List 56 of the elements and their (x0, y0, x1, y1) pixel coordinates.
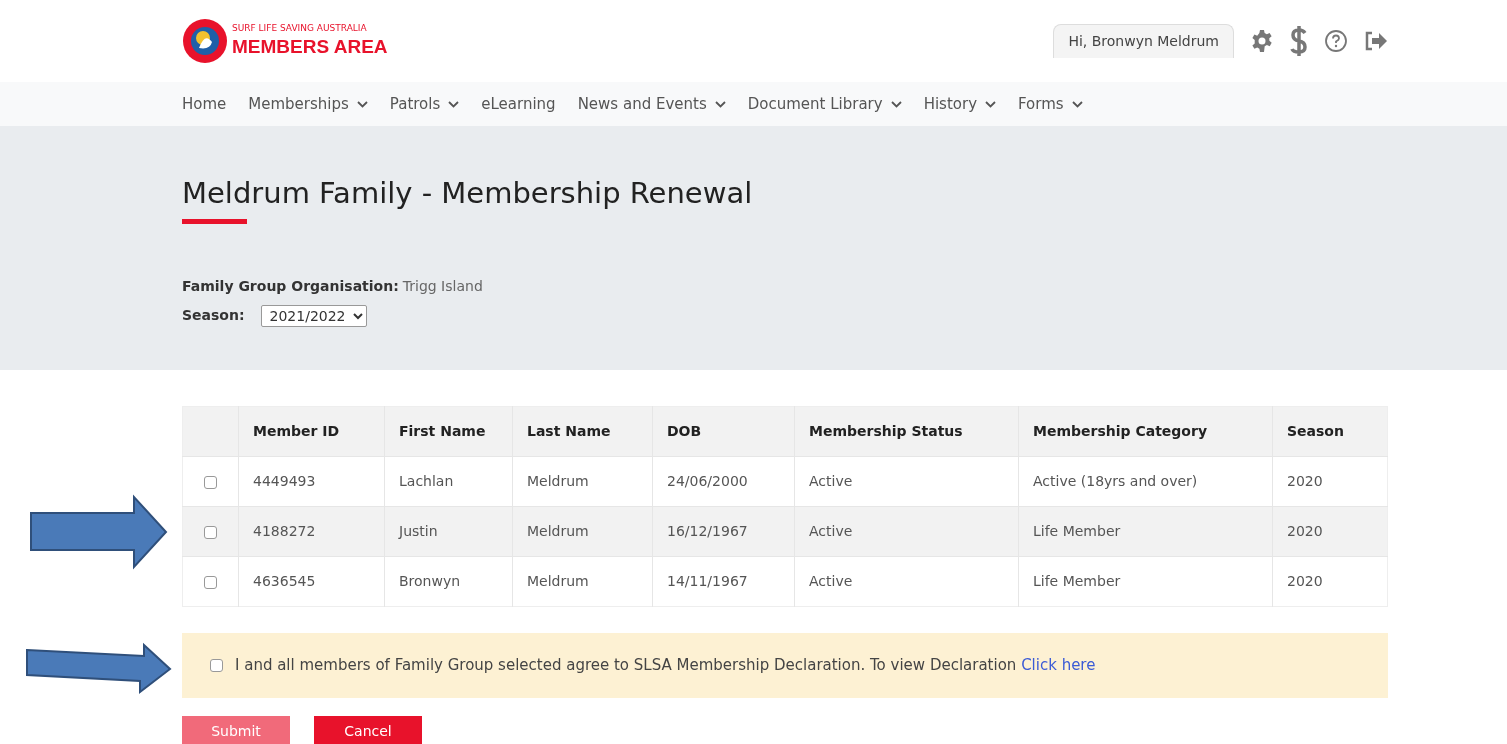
declaration-link[interactable]: Click here (1021, 656, 1096, 675)
logo-icon (182, 18, 228, 64)
table-cell: Life Member (1018, 556, 1273, 607)
nav-link[interactable]: Memberships (248, 92, 368, 116)
table-cell: Active (794, 556, 1019, 607)
column-header: First Name (384, 406, 513, 457)
table-cell: Active (794, 506, 1019, 557)
settings-icon[interactable] (1250, 29, 1274, 53)
logout-icon[interactable] (1364, 31, 1388, 51)
table-cell: 4636545 (238, 556, 385, 607)
nav-link[interactable]: eLearning (481, 92, 556, 116)
chevron-down-icon (890, 100, 902, 108)
greeting-tab[interactable]: Hi, Bronwyn Meldrum (1053, 24, 1234, 58)
column-header: Season (1272, 406, 1388, 457)
cancel-button[interactable]: Cancel (314, 716, 422, 744)
dollar-icon[interactable] (1290, 25, 1308, 57)
table-cell: Meldrum (512, 506, 653, 557)
season-select[interactable]: 2021/2022 (260, 304, 367, 327)
column-header: Membership Status (794, 406, 1019, 457)
table-cell: 2020 (1272, 556, 1388, 607)
column-header: Member ID (238, 406, 385, 457)
row-checkbox[interactable] (204, 575, 217, 589)
chevron-down-icon (985, 100, 997, 108)
logo-tagline: SURF LIFE SAVING AUSTRALIA (232, 24, 368, 34)
title-underline (182, 218, 247, 224)
declaration-checkbox[interactable] (210, 659, 223, 672)
chevron-down-icon (1071, 100, 1083, 108)
table-cell: 14/11/1967 (652, 556, 795, 607)
table-cell: 2020 (1272, 506, 1388, 557)
table-cell: 16/12/1967 (652, 506, 795, 557)
column-header: Membership Category (1018, 406, 1273, 457)
column-header: Last Name (512, 406, 653, 457)
table-cell: 4188272 (238, 506, 385, 557)
nav-link[interactable]: Patrols (389, 92, 460, 116)
declaration-text: I and all members of Family Group selected agree to SLSA Membership Declaration. To view Declaration Click here (235, 655, 1096, 677)
logo-title: MEMBERS AREA (232, 37, 388, 58)
table-cell: Justin (384, 506, 513, 557)
nav-link[interactable]: History (923, 92, 997, 116)
nav-link[interactable]: Home (182, 92, 227, 116)
help-icon[interactable] (1324, 29, 1348, 53)
nav-link[interactable]: Document Library (747, 92, 902, 116)
table-cell: Meldrum (512, 556, 653, 607)
table-cell: Life Member (1018, 506, 1273, 557)
field-label: Season: (182, 306, 245, 326)
chevron-down-icon (356, 100, 368, 108)
nav-link[interactable]: News and Events (577, 92, 726, 116)
page-title: Meldrum Family - Membership Renewal (182, 175, 754, 211)
column-header: DOB (652, 406, 795, 457)
table-cell: Bronwyn (384, 556, 513, 607)
row-checkbox[interactable] (204, 475, 217, 489)
row-checkbox[interactable] (204, 525, 217, 539)
chevron-down-icon (448, 100, 460, 108)
field-label: Family Group Organisation: (182, 276, 399, 296)
field-value: Trigg Island (402, 276, 483, 296)
chevron-down-icon (714, 100, 726, 108)
nav-link[interactable]: Forms (1018, 92, 1083, 116)
